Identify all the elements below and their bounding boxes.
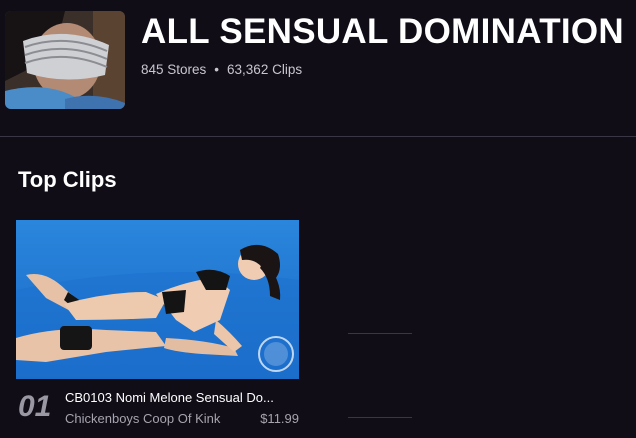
placeholder-line xyxy=(348,417,412,418)
category-thumbnail[interactable] xyxy=(5,11,125,109)
category-title: ALL SENSUAL DOMINATION xyxy=(141,12,624,51)
clip-count: 63,362 Clips xyxy=(227,62,303,77)
clip-card[interactable]: 01 CB0103 Nomi Melone Sensual Do... Chic… xyxy=(16,220,300,430)
placeholder-line xyxy=(348,333,412,334)
section-title-top-clips: Top Clips xyxy=(18,167,117,192)
store-count: 845 Stores xyxy=(141,62,207,77)
clip-thumbnail[interactable] xyxy=(16,220,299,379)
clip-title-link[interactable]: CB0103 Nomi Melone Sensual Do... xyxy=(65,389,299,406)
header-divider xyxy=(0,136,636,137)
category-header: ALL SENSUAL DOMINATION 845 Stores • 63,3… xyxy=(0,0,636,136)
watermark-logo-icon xyxy=(258,336,294,372)
clip-price: $11.99 xyxy=(260,411,299,426)
category-page: ALL SENSUAL DOMINATION 845 Stores • 63,3… xyxy=(0,0,636,438)
clip-store-link[interactable]: Chickenboys Coop Of Kink xyxy=(65,410,220,427)
category-stats: 845 Stores • 63,362 Clips xyxy=(141,62,302,77)
clip-thumbnail-image xyxy=(16,220,299,379)
stats-separator: • xyxy=(214,62,220,77)
category-thumbnail-image xyxy=(5,11,125,109)
clip-rank: 01 xyxy=(18,390,52,423)
